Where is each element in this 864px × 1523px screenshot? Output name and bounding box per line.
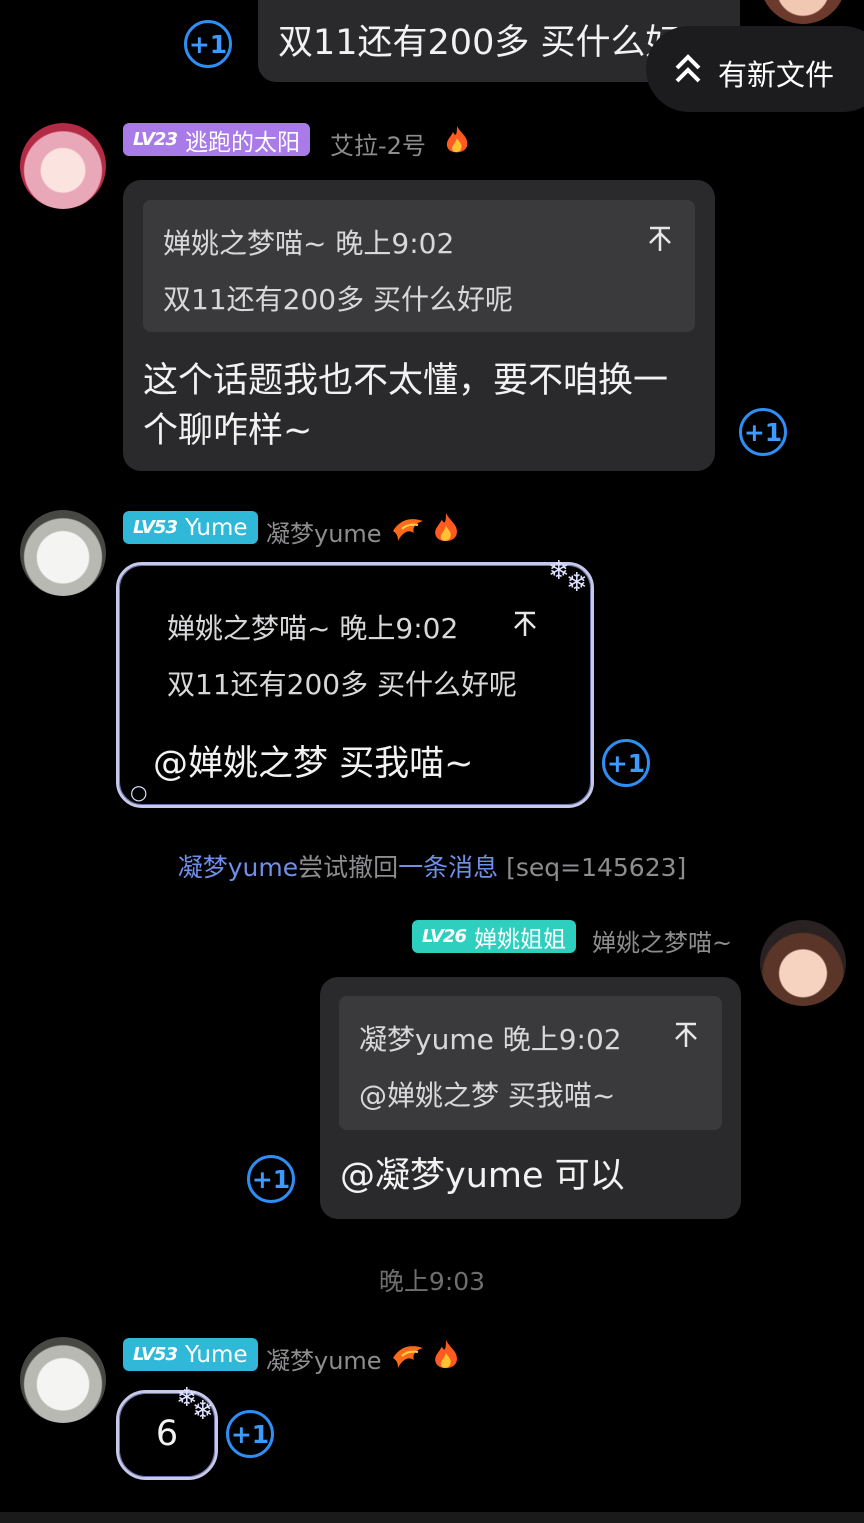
- fire-icon: [446, 126, 468, 153]
- fire-icon: [435, 513, 457, 542]
- message-bubble[interactable]: 凝梦yume 晚上9:02 @婵姚之梦 买我喵~ @凝梦yume 可以: [320, 977, 741, 1219]
- dragon-icon: [393, 519, 423, 541]
- snowflake-icon: ❄: [192, 1396, 214, 1426]
- level-badge: LV53 Yume: [123, 1338, 258, 1371]
- level-badge: LV23 逃跑的太阳: [123, 123, 310, 156]
- avatar[interactable]: [20, 510, 106, 596]
- notice-action: 尝试撤回: [298, 853, 399, 882]
- quoted-message[interactable]: 婵姚之梦喵~ 晚上9:02 双11还有200多 买什么好呢: [143, 200, 695, 332]
- level-text: LV23: [133, 129, 178, 150]
- level-badge: LV53 Yume: [123, 511, 258, 544]
- plus-one-button[interactable]: +1: [739, 408, 787, 456]
- level-badge: LV26 婵姚姐姐: [412, 920, 576, 953]
- avatar[interactable]: [20, 123, 106, 209]
- sender-nickname: 凝梦yume: [266, 1347, 382, 1375]
- level-text: LV53: [133, 1344, 178, 1365]
- pin-icon: [514, 611, 536, 636]
- quote-header: 婵姚之梦喵~ 晚上9:02: [167, 607, 458, 647]
- quote-header: 婵姚之梦喵~ 晚上9:02: [163, 222, 454, 262]
- recall-notice: 凝梦yume尝试撤回一条消息 [seq=145623]: [0, 848, 864, 884]
- plus-one-button[interactable]: +1: [226, 1410, 274, 1458]
- avatar[interactable]: [20, 1337, 106, 1423]
- notice-seq: [seq=145623]: [506, 853, 687, 882]
- message-text: @凝梦yume 可以: [340, 1156, 625, 1196]
- message-bubble[interactable]: 婵姚之梦喵~ 晚上9:02 双11还有200多 买什么好呢 @婵姚之梦 买我喵~: [116, 562, 594, 808]
- time-divider: 晚上9:03: [378, 1267, 486, 1296]
- sender-nickname: 凝梦yume: [266, 520, 382, 548]
- message-bubble[interactable]: 婵姚之梦喵~ 晚上9:02 双11还有200多 买什么好呢 这个话题我也不太懂，…: [123, 180, 715, 471]
- message-text-line1: 这个话题我也不太懂，要不咱换一: [143, 361, 669, 401]
- quote-text: 双11还有200多 买什么好呢: [167, 668, 517, 701]
- quote-header: 凝梦yume 晚上9:02: [359, 1018, 622, 1058]
- fire-icon: [435, 1340, 457, 1369]
- quote-author: 婵姚之梦喵~: [167, 612, 331, 645]
- level-text: LV53: [133, 517, 178, 538]
- plus-one-button[interactable]: +1: [602, 739, 650, 787]
- badge-title: 婵姚姐姐: [473, 926, 566, 953]
- badge-title: Yume: [184, 1341, 248, 1368]
- level-text: LV26: [422, 926, 467, 947]
- avatar[interactable]: [760, 0, 846, 24]
- quote-time: 晚上9:02: [502, 1023, 622, 1056]
- quote-author: 凝梦yume: [359, 1023, 494, 1056]
- message-text: @婵姚之梦 买我喵~: [153, 744, 474, 784]
- avatar[interactable]: [760, 920, 846, 1006]
- notice-link[interactable]: 一条消息: [398, 853, 498, 882]
- pin-icon: [649, 226, 671, 251]
- quoted-message[interactable]: 婵姚之梦喵~ 晚上9:02 双11还有200多 买什么好呢: [151, 595, 551, 705]
- double-chevron-up-icon: [675, 54, 701, 83]
- quote-text: @婵姚之梦 买我喵~: [359, 1079, 616, 1112]
- sender-nickname: 婵姚之梦喵~: [592, 929, 733, 957]
- plus-one-button[interactable]: +1: [184, 20, 232, 68]
- sender-nickname: 艾拉-2号: [330, 132, 426, 160]
- dragon-icon: [393, 1346, 423, 1368]
- badge-title: Yume: [184, 514, 248, 541]
- quote-time: 晚上9:02: [335, 227, 455, 260]
- plus-one-button[interactable]: +1: [247, 1155, 295, 1203]
- quote-time: 晚上9:02: [339, 612, 459, 645]
- notice-user[interactable]: 凝梦yume: [178, 853, 298, 882]
- badge-title: 逃跑的太阳: [184, 129, 300, 156]
- pin-icon: [675, 1022, 697, 1047]
- message-text-line2: 个聊咋样~: [143, 411, 313, 451]
- new-file-label: 有新文件: [718, 58, 835, 92]
- new-file-tip[interactable]: 有新文件: [646, 26, 864, 112]
- snowflake-icon: ❄: [566, 568, 588, 598]
- quote-text: 双11还有200多 买什么好呢: [163, 283, 513, 316]
- bottom-bar: [0, 1512, 864, 1523]
- quote-author: 婵姚之梦喵~: [163, 227, 327, 260]
- snowflake-icon: ○: [130, 780, 148, 804]
- quoted-message[interactable]: 凝梦yume 晚上9:02 @婵姚之梦 买我喵~: [339, 996, 722, 1130]
